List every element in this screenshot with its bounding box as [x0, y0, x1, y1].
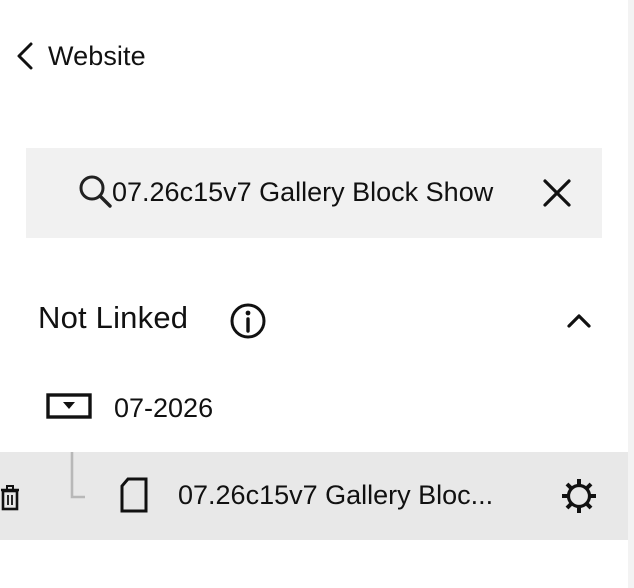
tree-connector: [60, 452, 90, 507]
search-box: [26, 148, 602, 238]
panel-edge: [628, 0, 634, 588]
close-icon[interactable]: [541, 177, 573, 214]
chevron-left-icon: [14, 41, 36, 71]
page-item[interactable]: 07.26c15v7 Gallery Bloc...: [0, 452, 628, 540]
trash-icon[interactable]: [0, 485, 22, 516]
info-icon[interactable]: [229, 302, 267, 345]
folder-label: 07-2026: [114, 392, 214, 423]
folder-item[interactable]: 07-2026: [46, 386, 213, 430]
gear-icon[interactable]: [560, 477, 598, 520]
back-button[interactable]: Website: [14, 38, 146, 74]
search-icon: [78, 174, 114, 215]
page-icon: [119, 476, 149, 519]
page-item-label: 07.26c15v7 Gallery Bloc...: [178, 480, 494, 510]
chevron-up-icon[interactable]: [564, 306, 594, 339]
folder-icon: [46, 392, 92, 424]
back-label: Website: [48, 40, 146, 71]
section-title: Not Linked: [38, 300, 189, 335]
search-input[interactable]: [112, 172, 532, 212]
